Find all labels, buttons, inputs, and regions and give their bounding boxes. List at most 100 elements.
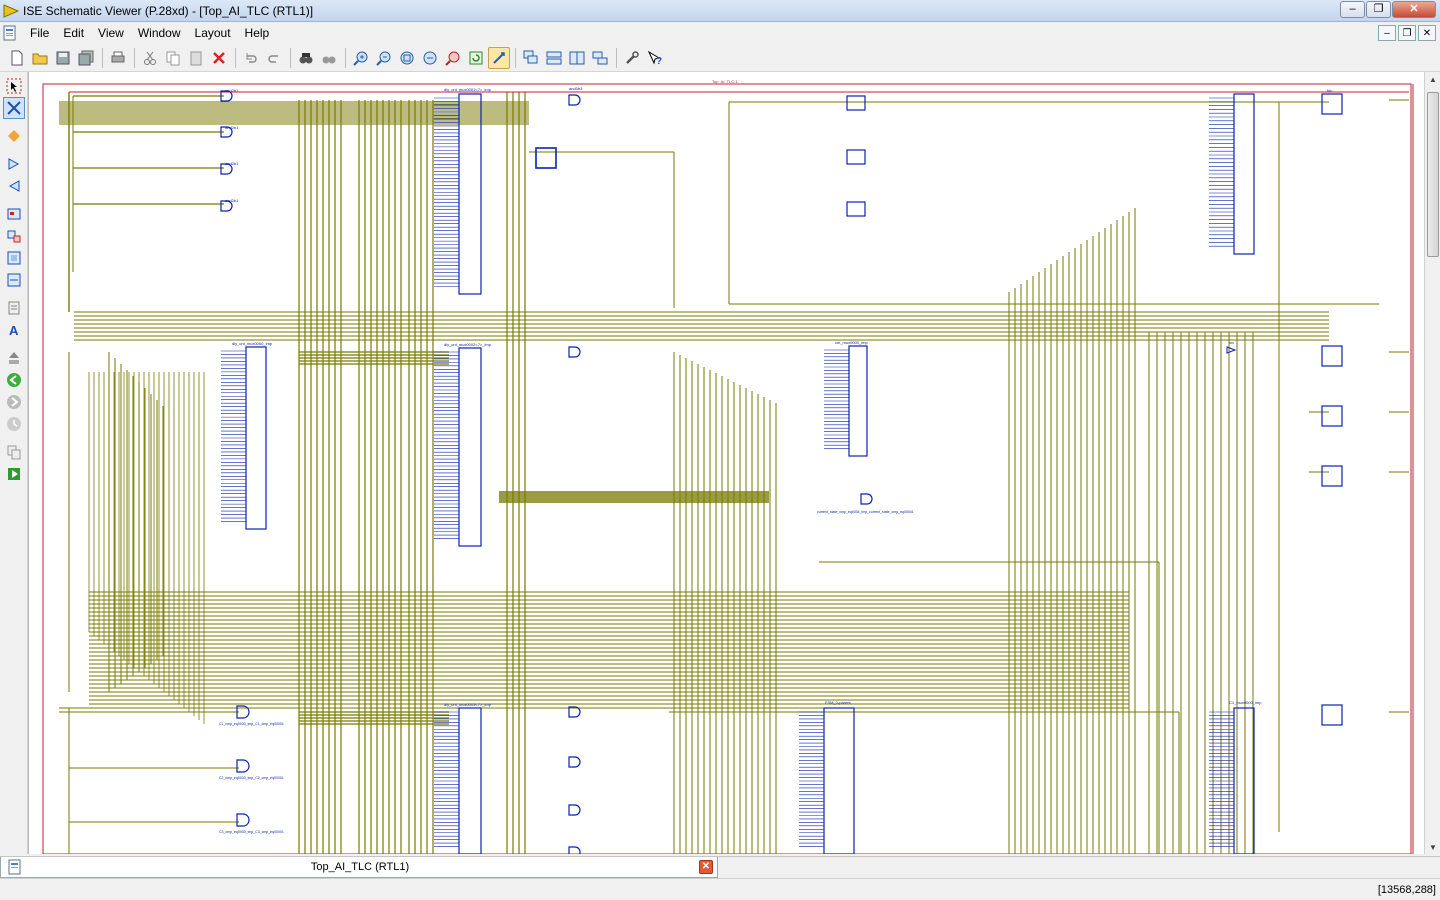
print-icon[interactable]	[107, 47, 129, 69]
reg1-label: cnt_mux0000_imp	[835, 340, 868, 345]
gate1-label: and2b1	[225, 88, 239, 93]
schematic-canvas[interactable]: Top_AI_TLC:1 dly_cnt_mux0001<7>_imp dly_…	[28, 72, 1424, 854]
and-gate-symbol	[568, 346, 581, 358]
forward-icon[interactable]	[3, 391, 25, 413]
scroll-up-icon[interactable]: ▲	[1425, 72, 1440, 86]
schematic-drawing: Top_AI_TLC:1 dly_cnt_mux0001<7>_imp dly_…	[42, 79, 1414, 854]
add-pin-icon[interactable]	[3, 153, 25, 175]
tile-vertical-icon[interactable]	[566, 47, 588, 69]
and-gate-symbol	[568, 756, 581, 768]
window-title: ISE Schematic Viewer (P.28xd) - [Top_AI_…	[23, 3, 314, 18]
menu-window[interactable]: Window	[132, 26, 189, 40]
bottom-gate-label-3: C3_cmp_eq0000_imp_C3_cmp_eq00001	[219, 830, 284, 834]
copy-icon[interactable]	[162, 47, 184, 69]
toolbar-separator	[616, 47, 617, 68]
tile-horizontal-icon[interactable]	[543, 47, 565, 69]
cut-icon[interactable]	[139, 47, 161, 69]
schematic-border	[42, 83, 1412, 854]
find-next-icon[interactable]	[318, 47, 340, 69]
vertical-scrollbar[interactable]: ▲ ▼	[1424, 72, 1440, 854]
zoom-fit-icon[interactable]	[419, 47, 441, 69]
flipflop-block	[1321, 465, 1343, 487]
and-gate-symbol	[236, 759, 250, 773]
mux-block	[458, 707, 482, 854]
paste-icon[interactable]	[185, 47, 207, 69]
flipflop-block	[1321, 93, 1343, 115]
zoom-full-icon[interactable]	[396, 47, 418, 69]
register-block	[846, 149, 866, 165]
history-icon[interactable]	[3, 413, 25, 435]
flipflop-block	[535, 147, 557, 169]
delete-icon[interactable]	[208, 47, 230, 69]
select-icon[interactable]	[3, 75, 25, 97]
symbol-icon[interactable]	[3, 297, 25, 319]
tab-label: Top_AI_TLC (RTL1)	[310, 861, 410, 873]
menu-layout[interactable]: Layout	[189, 26, 239, 40]
save-all-icon[interactable]	[75, 47, 97, 69]
redo-icon[interactable]	[263, 47, 285, 69]
restore-button[interactable]: ❐	[1366, 1, 1391, 18]
menu-edit[interactable]: Edit	[57, 26, 92, 40]
mux1-label: dly_cnt_mux0001<7>_imp	[444, 87, 492, 92]
toolbar-separator	[345, 47, 346, 68]
toolbar-separator	[235, 47, 236, 68]
ise-app-icon	[3, 3, 19, 18]
pan-icon[interactable]	[488, 46, 510, 69]
mdi-restore-button[interactable]: ❐	[1398, 25, 1416, 41]
toolbar-separator	[102, 47, 103, 68]
cascade-icon[interactable]	[520, 47, 542, 69]
net-icon[interactable]	[3, 269, 25, 291]
fdc-label: fdc	[1327, 88, 1332, 93]
menu-view[interactable]: View	[92, 26, 132, 40]
main-toolbar: ?	[0, 44, 1440, 72]
gate4-label: and2b1	[225, 198, 239, 203]
mux4-label: dly_cnt_mux0000_imp	[232, 341, 273, 346]
scroll-down-icon[interactable]: ▼	[1425, 840, 1440, 854]
and-current-state-label: current_state_cmp_eq0004_imp_current_sta…	[817, 510, 914, 514]
and3-label: and3b3	[569, 86, 583, 91]
tab-close-button[interactable]: ✕	[699, 860, 713, 874]
and-gate-symbol	[568, 94, 581, 106]
open-icon[interactable]	[29, 47, 51, 69]
push-icon[interactable]	[3, 347, 25, 369]
undo-icon[interactable]	[240, 47, 262, 69]
properties-icon[interactable]	[621, 47, 643, 69]
mdi-close-button[interactable]: ✕	[1418, 25, 1436, 41]
tab-top-ai-tlc[interactable]: Top_AI_TLC (RTL1) ✕	[0, 857, 718, 878]
scroll-thumb[interactable]	[1427, 92, 1439, 257]
gate2-label: and2b1	[225, 125, 239, 130]
save-icon[interactable]	[52, 47, 74, 69]
flipflop-block	[1321, 704, 1343, 726]
back-icon[interactable]	[3, 369, 25, 391]
find-icon[interactable]	[295, 47, 317, 69]
bottom-gate-label-1: C1_cmp_eq0000_imp_C1_cmp_eq00001	[219, 722, 284, 726]
refresh-icon[interactable]	[465, 47, 487, 69]
highlight-icon[interactable]	[3, 125, 25, 147]
menu-bar: File Edit View Window Layout Help – ❐ ✕	[0, 22, 1440, 44]
copy-view-icon[interactable]	[3, 441, 25, 463]
run-icon[interactable]	[3, 463, 25, 485]
menu-file[interactable]: File	[24, 26, 57, 40]
zoom-area-icon[interactable]	[442, 47, 464, 69]
zoom-out-icon[interactable]	[373, 47, 395, 69]
and-gate-symbol	[568, 804, 581, 816]
register-block	[1233, 93, 1255, 255]
toolbar-separator	[290, 47, 291, 68]
zoom-in-icon[interactable]	[350, 47, 372, 69]
mdi-minimize-button[interactable]: –	[1378, 25, 1396, 41]
block-icon[interactable]	[3, 247, 25, 269]
arrange-icon[interactable]	[589, 47, 611, 69]
remove-pin-icon[interactable]	[3, 175, 25, 197]
collapse-icon[interactable]	[3, 225, 25, 247]
whats-this-icon[interactable]: ?	[644, 47, 666, 69]
minimize-button[interactable]: –	[1340, 1, 1365, 18]
route-icon[interactable]	[3, 97, 25, 119]
new-icon[interactable]	[6, 47, 28, 69]
svg-text:A: A	[9, 323, 19, 338]
document-tab-bar: Top_AI_TLC (RTL1) ✕	[0, 856, 1440, 878]
and-gate-symbol	[568, 846, 581, 854]
expand-icon[interactable]	[3, 203, 25, 225]
close-button[interactable]: ✕	[1392, 1, 1436, 18]
text-icon[interactable]: A	[3, 319, 25, 341]
menu-help[interactable]: Help	[239, 26, 278, 40]
